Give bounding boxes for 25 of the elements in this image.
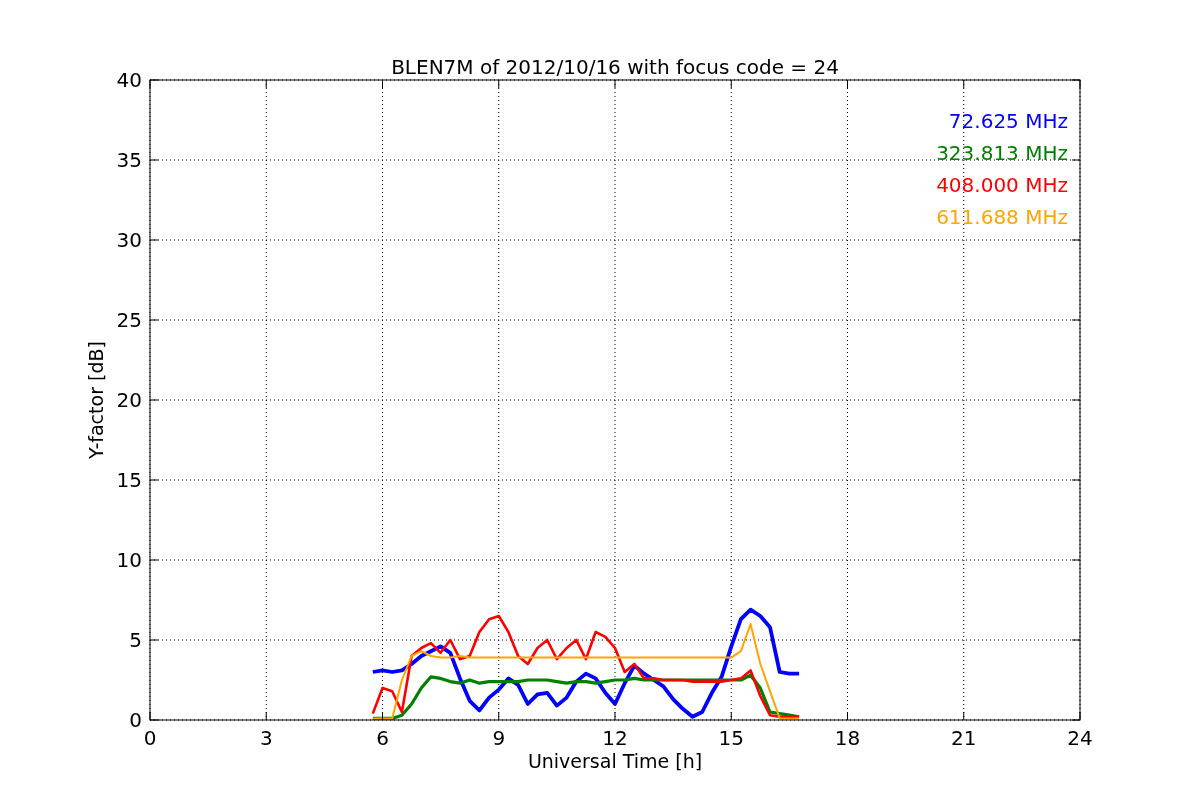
- tick-label: 5: [129, 628, 142, 652]
- legend-label: 72.625 MHz: [948, 109, 1068, 133]
- legend-label: 611.688 MHz: [936, 205, 1068, 229]
- tick-label: 3: [259, 726, 273, 750]
- tick-label: 0: [143, 726, 157, 750]
- x-axis-label: Universal Time [h]: [527, 750, 703, 772]
- y-axis-label: Y-factor [dB]: [85, 341, 107, 459]
- tick-label: 15: [116, 468, 142, 492]
- tick-label: 25: [116, 308, 142, 332]
- tick-label: 20: [116, 388, 142, 412]
- tick-label: 30: [116, 228, 142, 252]
- legend-label: 323.813 MHz: [936, 141, 1068, 165]
- chart-title: BLEN7M of 2012/10/16 with focus code = 24: [391, 55, 839, 79]
- tick-label: 9: [492, 726, 506, 750]
- tick-label: 12: [602, 726, 628, 750]
- tick-label: 6: [376, 726, 389, 750]
- tick-label: 18: [834, 726, 861, 750]
- tick-label: 21: [951, 726, 977, 750]
- tick-label: 35: [116, 148, 142, 172]
- tick-label: 24: [1067, 726, 1093, 750]
- tick-label: 10: [116, 548, 142, 572]
- legend-label: 408.000 MHz: [936, 173, 1068, 197]
- tick-label: 15: [718, 726, 744, 750]
- tick-label: 40: [116, 68, 142, 92]
- tick-label: 0: [129, 708, 142, 732]
